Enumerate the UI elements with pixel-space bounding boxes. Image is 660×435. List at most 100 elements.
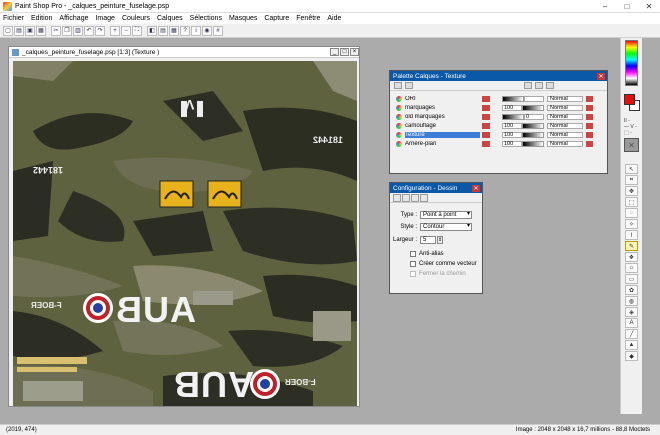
open-icon[interactable]: ▤ <box>14 25 24 36</box>
print-icon[interactable]: ▦ <box>36 25 46 36</box>
select-icon[interactable]: ⬚ <box>625 197 638 207</box>
line-icon[interactable]: ╱ <box>625 329 638 339</box>
fill-icon[interactable]: ◈ <box>625 307 638 317</box>
layer-visibility-icon[interactable] <box>482 105 490 111</box>
menu-fichier[interactable]: Fichier <box>3 15 24 22</box>
blend-mode-select[interactable]: Normal <box>547 123 583 129</box>
new-icon[interactable]: ▢ <box>3 25 13 36</box>
config-palette-titlebar[interactable]: Configuration - Dessin ✕ <box>390 183 482 193</box>
type-select[interactable]: Point à point <box>420 211 472 219</box>
menu-aide[interactable]: Aide <box>327 15 341 22</box>
config-palette-close-button[interactable]: ✕ <box>472 184 480 192</box>
save-icon[interactable]: ▣ <box>25 25 35 36</box>
layer-row[interactable]: ORI <box>396 95 490 103</box>
blend-mode-select[interactable]: Normal <box>547 105 583 111</box>
layer-lock-icon[interactable] <box>586 123 593 129</box>
image-window[interactable]: _calques_peinture_fuselage.psp [1:3] (Te… <box>8 46 360 407</box>
info-icon[interactable]: i <box>191 25 201 36</box>
brush-icon[interactable]: ✎ <box>625 241 638 251</box>
vector-checkbox[interactable]: Créer comme vecteur <box>410 261 477 267</box>
shape-icon[interactable]: ▲ <box>625 340 638 350</box>
palette-icon[interactable]: ◧ <box>147 25 157 36</box>
picture-tube-icon[interactable]: ✿ <box>625 285 638 295</box>
layer-lock-icon[interactable] <box>586 96 593 102</box>
opacity-slider[interactable] <box>522 105 544 111</box>
undo-icon[interactable]: ↶ <box>84 25 94 36</box>
brush-texture-icon[interactable] <box>411 193 419 202</box>
layers-icon[interactable]: ▤ <box>158 25 168 36</box>
texture-swatch[interactable]: ✕ <box>624 138 639 152</box>
layers-palette[interactable]: Palette Calques - Texture ✕ ORI marquage… <box>389 70 608 174</box>
layer-visibility-icon[interactable] <box>482 114 490 120</box>
color-spectrum[interactable] <box>625 40 638 86</box>
text-icon[interactable]: A <box>625 318 638 328</box>
opacity-slider[interactable] <box>502 96 524 102</box>
pointer-icon[interactable]: ↖ <box>625 164 638 174</box>
antialias-box[interactable] <box>410 251 416 257</box>
redo-icon[interactable]: ↷ <box>95 25 105 36</box>
layer-visibility-icon[interactable] <box>482 141 490 147</box>
eraser-icon[interactable]: ▭ <box>625 274 638 284</box>
opacity-slider[interactable] <box>522 132 544 138</box>
new-layer-icon[interactable] <box>394 82 402 89</box>
clone-icon[interactable]: ❖ <box>625 252 638 262</box>
zoom-in-icon[interactable]: + <box>110 25 120 36</box>
antialias-checkbox[interactable]: Anti-alias <box>410 251 444 257</box>
opacity-value[interactable]: 100 <box>502 141 522 147</box>
brush-options-icon[interactable] <box>402 193 410 202</box>
layer-lock-icon[interactable] <box>586 141 593 147</box>
blend-mode-select[interactable]: Normal <box>547 141 583 147</box>
vector-box[interactable] <box>410 261 416 267</box>
paste-icon[interactable]: ▥ <box>73 25 83 36</box>
blend-mode-select[interactable]: Normal <box>547 96 583 102</box>
maximize-button[interactable]: □ <box>616 0 638 13</box>
menu-calques[interactable]: Calques <box>157 15 183 22</box>
menu-affichage[interactable]: Affichage <box>59 15 88 22</box>
menu-masques[interactable]: Masques <box>229 15 257 22</box>
config-palette[interactable]: Configuration - Dessin ✕ Type : Point à … <box>389 182 483 294</box>
menu-edition[interactable]: Edition <box>31 15 52 22</box>
lasso-icon[interactable]: ◌ <box>625 208 638 218</box>
layer-row[interactable]: old marquages <box>396 113 490 121</box>
opacity-slider[interactable] <box>502 114 524 120</box>
blend-mode-select[interactable]: Normal <box>547 114 583 120</box>
retouch-icon[interactable]: ☼ <box>625 263 638 273</box>
layer-row-selected[interactable]: Texture <box>396 131 490 139</box>
doc-close-button[interactable]: × <box>350 48 359 56</box>
image-window-titlebar[interactable]: _calques_peinture_fuselage.psp [1:3] (Te… <box>9 47 359 58</box>
layers-palette-titlebar[interactable]: Palette Calques - Texture ✕ <box>390 71 607 81</box>
layer-lock-icon[interactable] <box>586 105 593 111</box>
layer-lock-icon[interactable] <box>586 132 593 138</box>
width-stepper[interactable]: ⇕ <box>437 236 443 244</box>
cut-icon[interactable]: ✂ <box>51 25 61 36</box>
layer-visibility-icon[interactable] <box>482 96 490 102</box>
airbrush-icon[interactable]: ◍ <box>625 296 638 306</box>
layer-visibility-icon[interactable] <box>482 123 490 129</box>
dropper-icon[interactable]: ⌇ <box>625 230 638 240</box>
layer-mask-icon[interactable] <box>535 82 543 89</box>
doc-minimize-button[interactable]: _ <box>330 48 339 56</box>
menu-fenetre[interactable]: Fenêtre <box>296 15 320 22</box>
move-icon[interactable]: ✥ <box>625 186 638 196</box>
fullscreen-icon[interactable]: ⛶ <box>132 25 142 36</box>
layers-palette-close-button[interactable]: ✕ <box>597 72 605 80</box>
opacity-value[interactable]: 100 <box>502 123 522 129</box>
image-canvas[interactable]: 181442 181442 V AUB F-BOER AUB F-BOER <box>13 61 357 406</box>
layer-properties-icon[interactable] <box>524 82 532 89</box>
browse-icon[interactable]: ▦ <box>169 25 179 36</box>
crop-icon[interactable]: ⌗ <box>625 175 638 185</box>
layer-row[interactable]: Arrière-plan <box>396 140 490 148</box>
menu-couleurs[interactable]: Couleurs <box>122 15 150 22</box>
menu-selections[interactable]: Sélections <box>190 15 222 22</box>
brush-style-icon[interactable] <box>420 193 428 202</box>
wand-icon[interactable]: ✧ <box>625 219 638 229</box>
zoom-out-icon[interactable]: − <box>121 25 131 36</box>
minimize-button[interactable]: – <box>594 0 616 13</box>
opacity-value[interactable]: 100 <box>502 132 522 138</box>
doc-maximize-button[interactable]: □ <box>340 48 349 56</box>
layer-visibility-icon[interactable] <box>482 132 490 138</box>
menu-image[interactable]: Image <box>95 15 114 22</box>
capture-icon[interactable]: ◉ <box>202 25 212 36</box>
grid-icon[interactable]: # <box>213 25 223 36</box>
width-input[interactable]: 5 <box>420 236 436 244</box>
